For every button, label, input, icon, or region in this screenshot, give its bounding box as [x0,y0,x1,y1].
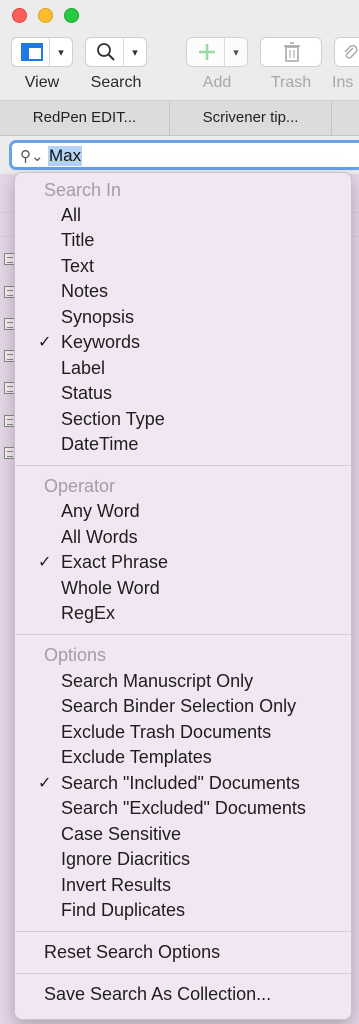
tab-redpen-edit[interactable]: RedPen EDIT... [0,101,170,135]
menu-item-section-type[interactable]: Section Type [15,407,351,432]
save-search-as-collection-item[interactable]: Save Search As Collection... [15,982,351,1007]
menu-item-label: Exclude Trash Documents [61,722,272,742]
view-button[interactable]: ▾ [11,37,73,67]
search-bar: ⚲⌄ Max [0,136,359,174]
menu-item-label: Case Sensitive [61,824,182,844]
menu-header-options: Options [44,645,107,665]
reset-search-options-item[interactable]: Reset Search Options [15,940,351,965]
menu-item-label: All Words [61,527,138,547]
menu-item-search-included-documents[interactable]: ✓ Search "Included" Documents [15,771,351,796]
document-tab-bar: RedPen EDIT... Scrivener tip... [0,101,359,136]
menu-item-any-word[interactable]: Any Word [15,499,351,524]
checkmark-icon: ✓ [38,334,52,351]
menu-item-status[interactable]: Status [15,381,351,406]
menu-item-exclude-trash-documents[interactable]: Exclude Trash Documents [15,720,351,745]
menu-header-search-in: Search In [44,180,122,200]
menu-item-label: RegEx [61,603,116,623]
plus-icon [199,44,215,60]
menu-item-label: Save Search As Collection... [44,984,272,1004]
menu-item-label: Invert Results [61,875,172,895]
menu-header-operator: Operator [44,476,116,496]
search-label: Search [90,74,142,91]
add-label: Add [202,74,232,91]
menu-item-label: Search Binder Selection Only [61,696,297,716]
menu-item-all-words[interactable]: All Words [15,525,351,550]
menu-item-label: Reset Search Options [44,942,221,962]
search-options-menu: Search In All Title Text Notes Synopsis … [14,172,352,1020]
chevron-down-icon[interactable]: ▾ [123,38,146,66]
menu-item-label: Whole Word [61,578,160,598]
menu-separator [15,634,351,635]
chevron-down-icon[interactable]: ▾ [224,38,247,66]
search-button[interactable]: ▾ [85,37,147,67]
search-input[interactable]: ⚲⌄ Max [9,140,359,170]
menu-item-label: Exact Phrase [61,552,169,572]
menu-item-label: Ignore Diacritics [61,849,191,869]
menu-item-search-excluded-documents[interactable]: Search "Excluded" Documents [15,796,351,821]
menu-item-label-field[interactable]: Label [15,356,351,381]
menu-item-label: Title [61,230,95,250]
menu-item-all[interactable]: All [15,203,351,228]
menu-item-invert-results[interactable]: Invert Results [15,873,351,898]
menu-item-case-sensitive[interactable]: Case Sensitive [15,822,351,847]
menu-item-label: Notes [61,281,109,301]
menu-separator [15,973,351,974]
tab-scrivener-tips[interactable]: Scrivener tip... [170,101,332,135]
trash-label: Trash [270,74,312,91]
minimize-window-button[interactable] [38,8,53,23]
menu-item-ignore-diacritics[interactable]: Ignore Diacritics [15,847,351,872]
menu-item-synopsis[interactable]: Synopsis [15,305,351,330]
insert-label: Ins [332,74,354,91]
menu-item-regex[interactable]: RegEx [15,601,351,626]
menu-item-label: All [61,205,82,225]
menu-item-label: Status [61,383,113,403]
search-icon [97,43,115,61]
menu-item-label: Search "Excluded" Documents [61,798,306,818]
close-window-button[interactable] [12,8,27,23]
menu-item-label: Label [61,358,106,378]
menu-item-label: Keywords [61,332,141,352]
menu-item-keywords[interactable]: ✓ Keywords [15,330,351,355]
menu-item-label: Find Duplicates [61,900,186,920]
menu-item-whole-word[interactable]: Whole Word [15,576,351,601]
menu-item-exact-phrase[interactable]: ✓ Exact Phrase [15,550,351,575]
menu-separator [15,465,351,466]
menu-item-search-manuscript-only[interactable]: Search Manuscript Only [15,669,351,694]
menu-item-title[interactable]: Title [15,228,351,253]
view-label: View [24,74,60,91]
add-button[interactable]: ▾ [186,37,248,67]
menu-item-notes[interactable]: Notes [15,279,351,304]
view-layout-icon [21,43,43,61]
menu-item-label: Any Word [61,501,140,521]
menu-item-label: Search Manuscript Only [61,671,254,691]
menu-item-label: Text [61,256,95,276]
menu-item-search-binder-selection-only[interactable]: Search Binder Selection Only [15,694,351,719]
search-input-value: Max [48,146,83,166]
insert-button[interactable] [334,37,359,67]
menu-item-find-duplicates[interactable]: Find Duplicates [15,898,351,923]
checkmark-icon: ✓ [38,775,52,792]
window-toolbar: ▾ View ▾ Search ▾ Add Trash Ins [0,0,359,101]
menu-item-label: DateTime [61,434,139,454]
menu-item-label: Exclude Templates [61,747,212,767]
menu-item-label: Search "Included" Documents [61,773,300,793]
chevron-down-icon[interactable]: ▾ [49,38,72,66]
trash-button[interactable] [260,37,322,67]
menu-item-label: Synopsis [61,307,135,327]
menu-item-label: Section Type [61,409,165,429]
trash-icon [284,42,300,62]
menu-separator [15,931,351,932]
paperclip-icon [344,44,358,59]
zoom-window-button[interactable] [64,8,79,23]
menu-item-text[interactable]: Text [15,254,351,279]
checkmark-icon: ✓ [38,554,52,571]
search-options-icon[interactable]: ⚲⌄ [20,147,44,165]
menu-item-datetime[interactable]: DateTime [15,432,351,457]
menu-item-exclude-templates[interactable]: Exclude Templates [15,745,351,770]
